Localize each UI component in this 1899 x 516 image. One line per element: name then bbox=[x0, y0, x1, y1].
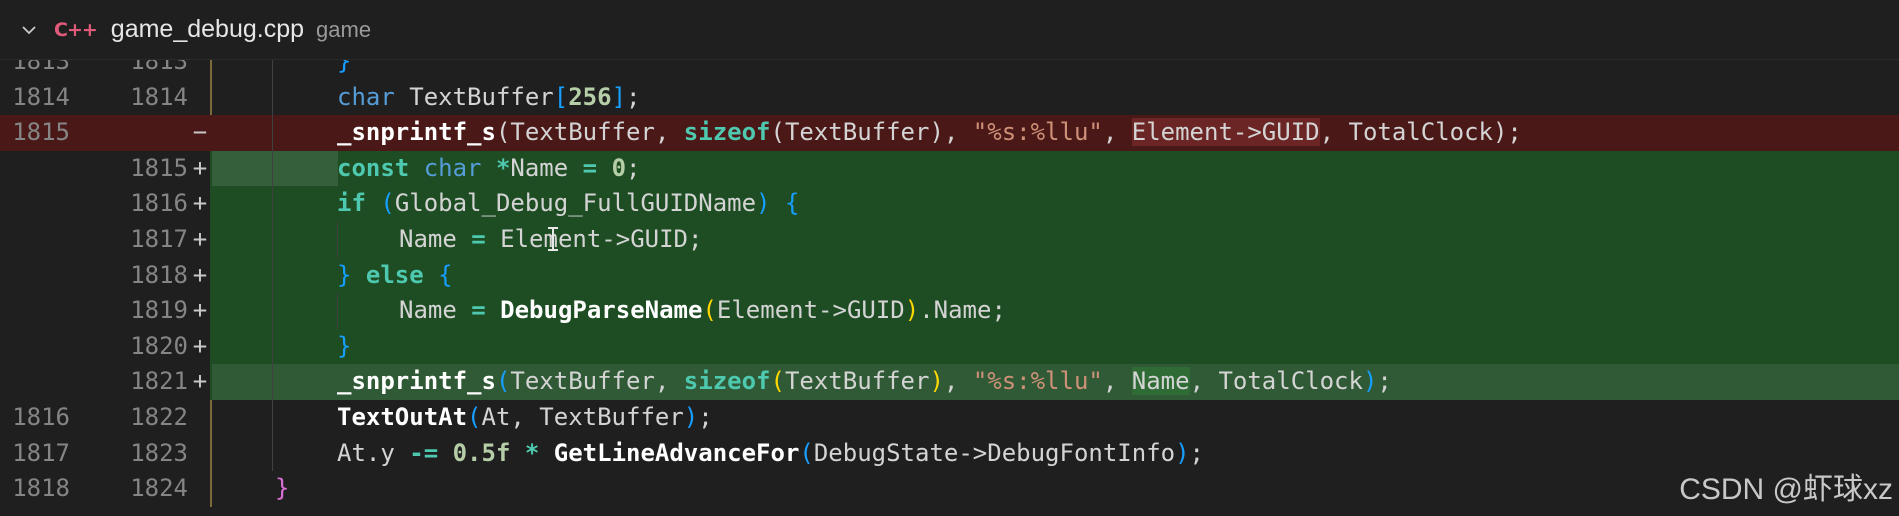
added-line[interactable]: 1817 + Name = Element->GUID; bbox=[0, 221, 1899, 258]
added-marker: + bbox=[192, 224, 208, 253]
code-line[interactable]: 1816 1822 TextOutAt(At, TextBuffer); bbox=[0, 399, 1899, 436]
watermark: CSDN @虾球xz bbox=[1679, 464, 1893, 508]
added-marker: + bbox=[192, 153, 208, 182]
code-text: } bbox=[275, 474, 290, 503]
added-marker: + bbox=[192, 331, 208, 360]
added-marker: + bbox=[192, 296, 208, 325]
new-line-number: 1821 bbox=[130, 367, 188, 396]
code-text: char TextBuffer[256]; bbox=[337, 82, 641, 111]
added-marker: + bbox=[192, 260, 208, 289]
added-line[interactable]: 1816 + if (Global_Debug_FullGUIDName) { bbox=[0, 186, 1899, 222]
new-line-number: 1823 bbox=[130, 438, 188, 467]
added-line[interactable]: 1818 + } else { bbox=[0, 257, 1899, 294]
new-line-number: 1816 bbox=[130, 189, 188, 218]
old-line-number: 1817 bbox=[12, 438, 70, 467]
new-line-number: 1813 bbox=[130, 60, 188, 75]
old-line-number: 1813 bbox=[12, 60, 70, 75]
code-text: At.y -= 0.5f * GetLineAdvanceFor(DebugSt… bbox=[337, 438, 1204, 467]
added-line[interactable]: 1821 + _snprintf_s(TextBuffer, sizeof(Te… bbox=[0, 364, 1899, 400]
code-text: const char *Name = 0; bbox=[337, 153, 641, 182]
new-line-number: 1820 bbox=[130, 331, 188, 360]
new-line-number: 1824 bbox=[130, 474, 188, 503]
diff-editor[interactable]: 1813 1813 } 1814 1814 char TextBuffer[25… bbox=[0, 60, 1899, 516]
folder-name: game bbox=[316, 16, 372, 42]
new-line-number: 1819 bbox=[130, 296, 188, 325]
file-header[interactable]: C++ game_debug.cpp game bbox=[0, 0, 1899, 60]
code-line[interactable]: 1813 1813 } bbox=[0, 60, 1899, 80]
old-line-number: 1816 bbox=[12, 402, 70, 431]
text-cursor-icon bbox=[548, 227, 558, 251]
old-line-number: 1815 bbox=[12, 118, 70, 147]
new-line-number: 1815 bbox=[130, 153, 188, 182]
file-name[interactable]: game_debug.cpp bbox=[111, 15, 304, 44]
code-text: } bbox=[337, 331, 352, 360]
code-line[interactable]: 1814 1814 char TextBuffer[256]; bbox=[0, 79, 1899, 116]
removed-text-highlight: Element->GUID bbox=[1131, 118, 1320, 147]
deleted-line[interactable]: 1815 − _snprintf_s(TextBuffer, sizeof(Te… bbox=[0, 115, 1899, 151]
added-line[interactable]: 1820 + } bbox=[0, 328, 1899, 365]
added-line[interactable]: 1819 + Name = DebugParseName(Element->GU… bbox=[0, 293, 1899, 329]
removed-marker: − bbox=[192, 118, 208, 147]
old-line-number: 1814 bbox=[12, 82, 70, 111]
code-text: } bbox=[337, 60, 352, 75]
code-text: TextOutAt(At, TextBuffer); bbox=[337, 402, 713, 431]
added-marker: + bbox=[192, 367, 208, 396]
new-line-number: 1818 bbox=[130, 260, 188, 289]
added-text-highlight: Name bbox=[1131, 367, 1190, 396]
cpp-file-icon: C++ bbox=[54, 18, 98, 41]
new-line-number: 1822 bbox=[130, 402, 188, 431]
code-text: _snprintf_s(TextBuffer, sizeof(TextBuffe… bbox=[337, 118, 1522, 147]
code-text: if (Global_Debug_FullGUIDName) { bbox=[337, 189, 800, 218]
code-line[interactable]: 1817 1823 At.y -= 0.5f * GetLineAdvanceF… bbox=[0, 435, 1899, 472]
added-line[interactable]: 1815 + const char *Name = 0; bbox=[0, 150, 1899, 187]
code-text: _snprintf_s(TextBuffer, sizeof(TextBuffe… bbox=[337, 367, 1392, 396]
code-line[interactable]: 1818 1824 } bbox=[0, 471, 1899, 507]
code-text: Name = DebugParseName(Element->GUID).Nam… bbox=[399, 296, 1006, 325]
new-line-number: 1817 bbox=[130, 224, 188, 253]
chevron-down-icon[interactable] bbox=[20, 21, 38, 39]
code-text: } else { bbox=[337, 260, 453, 289]
old-line-number: 1818 bbox=[12, 474, 70, 503]
new-line-number: 1814 bbox=[130, 82, 188, 111]
added-marker: + bbox=[192, 189, 208, 218]
